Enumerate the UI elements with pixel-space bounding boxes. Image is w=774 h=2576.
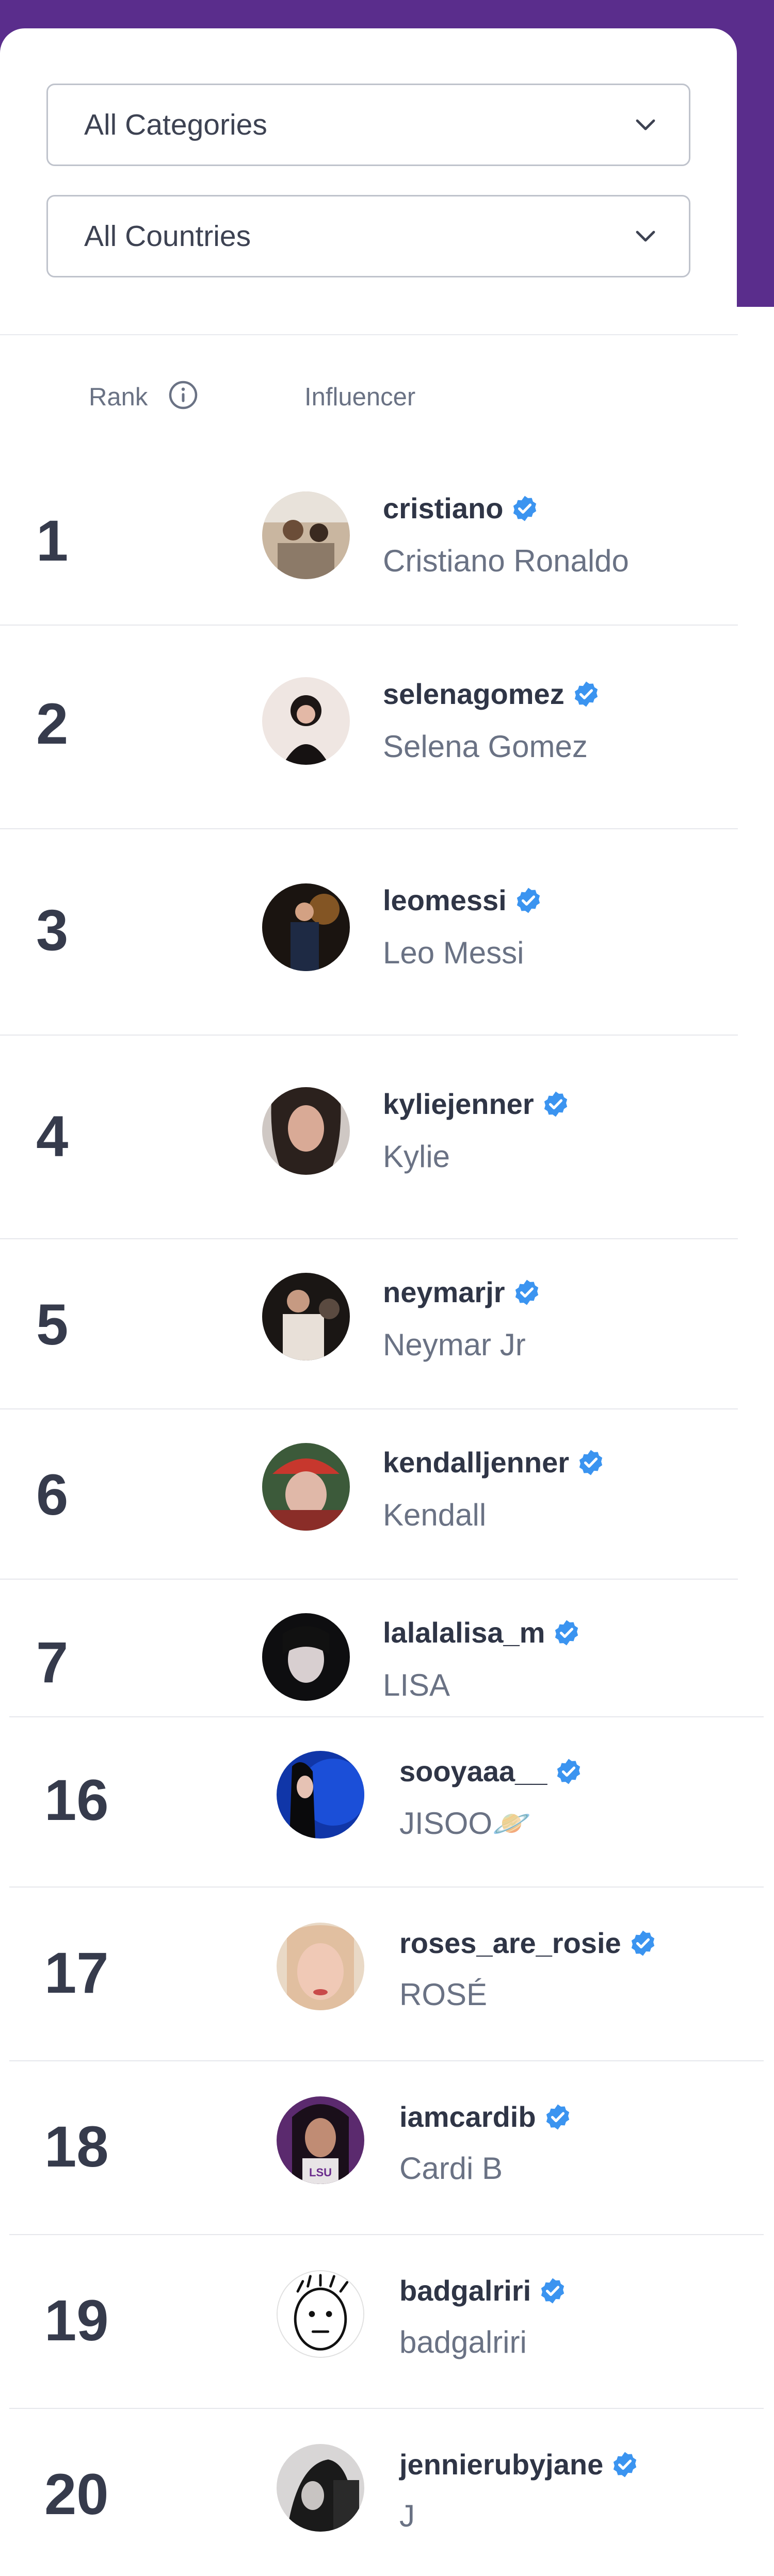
rank-number: 4: [36, 1104, 69, 1169]
table-row[interactable]: 16 sooyaaa__ JISOO🪐: [9, 1716, 764, 1888]
influencer-name: ROSÉ: [399, 1977, 488, 2012]
username-text: neymarjr: [383, 1276, 505, 1308]
username-text: selenagomez: [383, 678, 565, 710]
info-icon[interactable]: [168, 380, 199, 411]
influencer-name: LISA: [383, 1668, 450, 1702]
avatar[interactable]: [262, 491, 350, 579]
country-select-value: All Countries: [84, 220, 251, 253]
username-text: sooyaaa__: [399, 1755, 547, 1787]
table-row[interactable]: 5 neymarjr Neymar Jr: [0, 1239, 738, 1409]
category-select-value: All Categories: [84, 108, 267, 141]
avatar[interactable]: [277, 2444, 364, 2532]
influencer-name: Kylie: [383, 1139, 450, 1174]
verified-badge-icon: [541, 2278, 565, 2303]
verified-badge-icon: [579, 1450, 603, 1475]
category-select[interactable]: All Categories: [46, 84, 690, 166]
table-row[interactable]: 1 cristiano Cristiano Ronaldo: [0, 455, 738, 626]
table-row[interactable]: 6 kendalljenner Kendall: [0, 1409, 738, 1580]
filters-card: All Categories All Countries: [0, 28, 737, 335]
rank-number: 6: [36, 1463, 69, 1527]
influencer-name: JISOO🪐: [399, 1806, 531, 1841]
username-text: cristiano: [383, 492, 504, 524]
avatar[interactable]: [262, 1087, 350, 1175]
username-text: lalalalisa_m: [383, 1616, 545, 1649]
table-row[interactable]: 18 LSU iamcardib Cardi B: [9, 2061, 764, 2235]
username-text: badgalriri: [399, 2274, 531, 2307]
rank-number: 1: [36, 508, 69, 573]
influencer-username[interactable]: kendalljenner: [383, 1446, 605, 1479]
influencer-name: J: [399, 2499, 415, 2533]
influencer-column-header: Influencer: [304, 383, 416, 411]
influencer-username[interactable]: leomessi: [383, 883, 543, 917]
avatar[interactable]: [262, 1613, 350, 1701]
rank-number: 3: [36, 898, 69, 962]
username-text: roses_are_rosie: [399, 1927, 621, 1959]
verified-badge-icon: [546, 2104, 569, 2129]
influencer-username[interactable]: kyliejenner: [383, 1087, 570, 1121]
influencer-username[interactable]: roses_are_rosie: [399, 1926, 657, 1960]
username-text: leomessi: [383, 884, 507, 916]
influencer-name: badgalriri: [399, 2325, 527, 2359]
influencer-username[interactable]: selenagomez: [383, 677, 601, 711]
avatar[interactable]: [277, 1751, 364, 1839]
username-text: kendalljenner: [383, 1446, 570, 1479]
chevron-down-icon: [636, 231, 655, 242]
verified-badge-icon: [614, 2452, 637, 2477]
rank-column-header[interactable]: Rank: [89, 383, 148, 412]
rank-number: 19: [44, 2288, 109, 2353]
verified-badge-icon: [515, 1279, 538, 1305]
influencer-name: Cardi B: [399, 2151, 503, 2186]
rank-number: 5: [36, 1292, 69, 1357]
table-row[interactable]: 4 kyliejenner Kylie: [0, 1036, 738, 1239]
rank-number: 17: [44, 1941, 109, 2005]
influencer-username[interactable]: sooyaaa__: [399, 1754, 583, 1788]
svg-text:LSU: LSU: [309, 2166, 332, 2179]
table-row[interactable]: 3 leomessi Leo Messi: [0, 829, 738, 1036]
avatar[interactable]: [277, 1923, 364, 2010]
rank-number: 7: [36, 1630, 69, 1695]
username-text: jennierubyjane: [399, 2448, 604, 2481]
chevron-down-icon: [636, 119, 655, 130]
rank-number: 2: [36, 692, 69, 756]
country-select[interactable]: All Countries: [46, 195, 690, 277]
username-text: kyliejenner: [383, 1088, 534, 1120]
influencer-username[interactable]: badgalriri: [399, 2274, 567, 2307]
rank-number: 16: [44, 1768, 109, 1832]
table-row[interactable]: 19 badgalriri badgalriri: [9, 2235, 764, 2409]
verified-badge-icon: [544, 1091, 567, 1117]
verified-badge-icon: [517, 888, 540, 913]
table-row[interactable]: 2 selenagomez Selena Gomez: [0, 626, 738, 829]
avatar[interactable]: [262, 1443, 350, 1531]
table-row[interactable]: 20 jennierubyjane J: [9, 2409, 764, 2576]
influencer-username[interactable]: iamcardib: [399, 2100, 572, 2134]
rank-number: 18: [44, 2114, 109, 2179]
avatar[interactable]: [262, 677, 350, 765]
table-header: Rank Influencer: [0, 334, 738, 457]
influencer-name: Kendall: [383, 1498, 487, 1532]
avatar[interactable]: LSU: [277, 2096, 364, 2184]
influencer-username[interactable]: cristiano: [383, 491, 539, 525]
influencer-username[interactable]: neymarjr: [383, 1275, 541, 1309]
influencer-username[interactable]: lalalalisa_m: [383, 1616, 581, 1649]
influencer-name: Cristiano Ronaldo: [383, 544, 629, 578]
verified-badge-icon: [557, 1759, 580, 1784]
verified-badge-icon: [555, 1620, 578, 1645]
table-row[interactable]: 7 lalalalisa_m LISA: [0, 1580, 738, 1716]
username-text: iamcardib: [399, 2101, 536, 2133]
avatar[interactable]: [262, 1273, 350, 1360]
influencer-name: Neymar Jr: [383, 1327, 526, 1362]
verified-badge-icon: [574, 681, 598, 707]
rank-number: 20: [44, 2462, 109, 2526]
avatar[interactable]: [262, 883, 350, 971]
influencer-username[interactable]: jennierubyjane: [399, 2448, 639, 2481]
verified-badge-icon: [631, 1930, 654, 1956]
influencer-name: Selena Gomez: [383, 729, 588, 764]
influencer-name: Leo Messi: [383, 936, 524, 970]
verified-badge-icon: [513, 496, 537, 521]
avatar[interactable]: [277, 2270, 364, 2358]
table-row[interactable]: 17 roses_are_rosie ROSÉ: [9, 1888, 764, 2061]
